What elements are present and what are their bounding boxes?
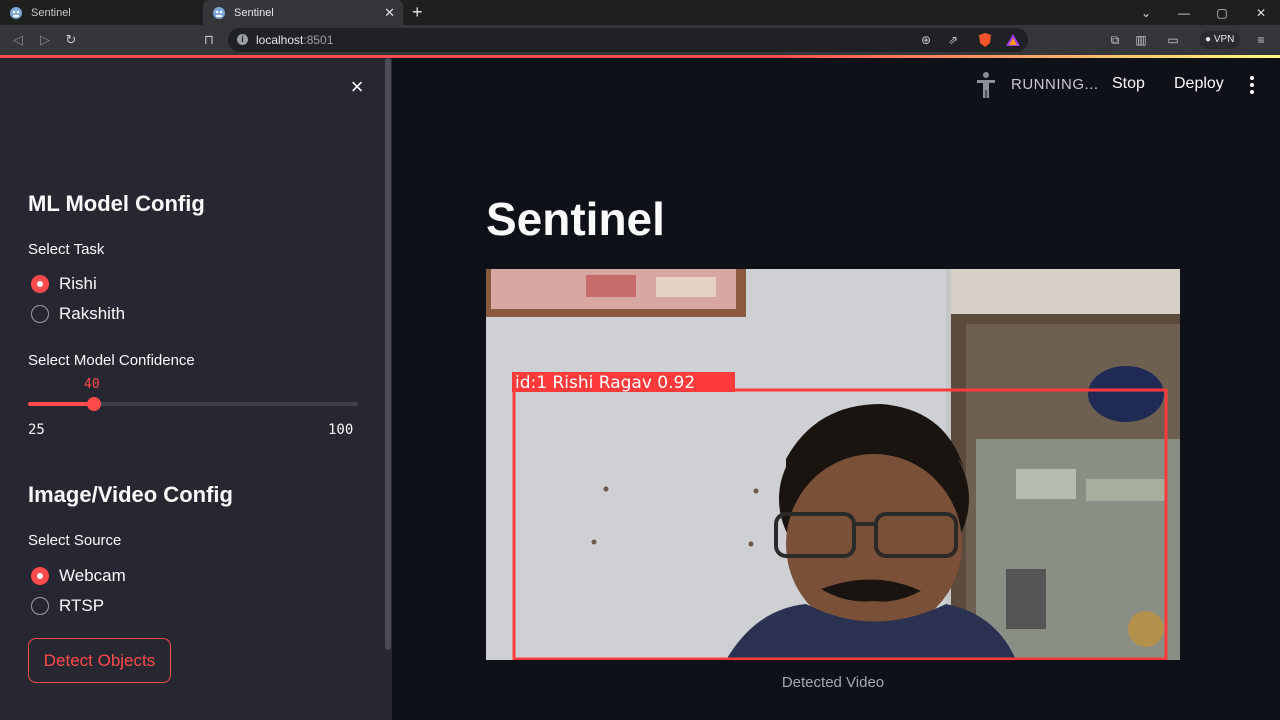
- brave-rewards-icon[interactable]: [1005, 32, 1021, 48]
- brave-shields-icon[interactable]: [977, 32, 993, 48]
- maximize-icon[interactable]: ▢: [1202, 0, 1242, 25]
- vpn-button[interactable]: ● VPN: [1199, 31, 1241, 49]
- tab-search-chevron-icon[interactable]: ⌄: [1126, 0, 1166, 25]
- reload-icon[interactable]: ↻: [62, 32, 80, 48]
- radio-source-webcam[interactable]: Webcam: [31, 566, 126, 586]
- slider-min: 25: [28, 422, 45, 438]
- radio-selected-icon[interactable]: [31, 275, 49, 293]
- share-icon[interactable]: ⇗: [945, 32, 961, 48]
- task-label: Select Task: [28, 241, 105, 258]
- streamlit-favicon-icon: [213, 6, 225, 19]
- slider-value: 40: [84, 377, 100, 392]
- radio-task-rakshith[interactable]: Rakshith: [31, 304, 125, 324]
- tab-close-icon[interactable]: ✕: [384, 5, 395, 21]
- detection-label: id:1 Rishi Ragav 0.92: [515, 373, 695, 393]
- confidence-label: Select Model Confidence: [28, 352, 195, 369]
- radio-source-rtsp[interactable]: RTSP: [31, 596, 104, 616]
- wallet-icon[interactable]: ▭: [1165, 32, 1181, 48]
- radio-task-rishi[interactable]: Rishi: [31, 274, 97, 294]
- url-text: localhost:8501: [256, 33, 334, 47]
- browser-tab[interactable]: Sentinel: [0, 0, 200, 25]
- running-figure-icon: [977, 72, 995, 98]
- back-icon[interactable]: ◁: [9, 32, 27, 48]
- sidebar-scrollbar[interactable]: [385, 58, 391, 650]
- zoom-icon[interactable]: ⊕: [918, 32, 934, 48]
- tab-title: Sentinel: [234, 6, 274, 19]
- confidence-slider-track[interactable]: [28, 402, 358, 406]
- window-close-icon[interactable]: ✕: [1241, 0, 1280, 25]
- section-heading-source: Image/Video Config: [28, 482, 233, 507]
- webcam-frame-image: id:1 Rishi Ragav 0.92: [486, 269, 1180, 660]
- running-status: RUNNING...: [1011, 76, 1099, 93]
- radio-label: Webcam: [59, 566, 126, 585]
- video-caption: Detected Video: [781, 674, 885, 691]
- browser-tab-active[interactable]: Sentinel ✕: [203, 0, 403, 25]
- tab-title: Sentinel: [31, 6, 71, 19]
- deploy-button[interactable]: Deploy: [1174, 75, 1224, 93]
- new-tab-icon[interactable]: +: [412, 3, 423, 21]
- radio-unselected-icon[interactable]: [31, 305, 49, 323]
- section-heading-model: ML Model Config: [28, 191, 205, 216]
- sidebar-toggle-icon[interactable]: ▥: [1133, 32, 1149, 48]
- browser-toolbar: ◁ ▷ ↻ ⊓ i localhost:8501 ⊕ ⇗ ⧉ ▥ ▭ ● VPN…: [0, 25, 1280, 55]
- slider-fill: [28, 402, 94, 406]
- site-info-icon[interactable]: i: [237, 34, 248, 45]
- slider-max: 100: [328, 422, 354, 438]
- streamlit-favicon-icon: [10, 6, 22, 19]
- detect-objects-button[interactable]: Detect Objects: [28, 638, 171, 683]
- bookmark-icon[interactable]: ⊓: [200, 32, 218, 48]
- close-sidebar-icon[interactable]: ×: [346, 76, 368, 98]
- radio-unselected-icon[interactable]: [31, 597, 49, 615]
- extensions-icon[interactable]: ⧉: [1107, 32, 1123, 48]
- menu-icon[interactable]: ≡: [1253, 32, 1269, 48]
- detected-video-frame: id:1 Rishi Ragav 0.92: [486, 269, 1180, 660]
- radio-label: RTSP: [59, 596, 105, 615]
- radio-selected-icon[interactable]: [31, 567, 49, 585]
- stop-button[interactable]: Stop: [1112, 75, 1145, 93]
- main-content: RUNNING... Stop Deploy Sentinel id:1 Ris…: [392, 58, 1280, 720]
- sidebar: × ML Model Config Select Task Rishi Raks…: [0, 58, 392, 720]
- browser-tab-bar: Sentinel Sentinel ✕ + ⌄ — ▢ ✕: [0, 0, 1280, 25]
- page-title: Sentinel: [486, 193, 665, 245]
- forward-icon[interactable]: ▷: [36, 32, 54, 48]
- minimize-icon[interactable]: —: [1164, 0, 1204, 25]
- radio-label: Rakshith: [59, 304, 126, 323]
- more-options-icon[interactable]: [1245, 74, 1259, 96]
- source-label: Select Source: [28, 532, 122, 549]
- slider-thumb[interactable]: [87, 397, 101, 411]
- radio-label: Rishi: [59, 274, 97, 293]
- address-bar[interactable]: i localhost:8501 ⊕ ⇗: [228, 28, 1028, 52]
